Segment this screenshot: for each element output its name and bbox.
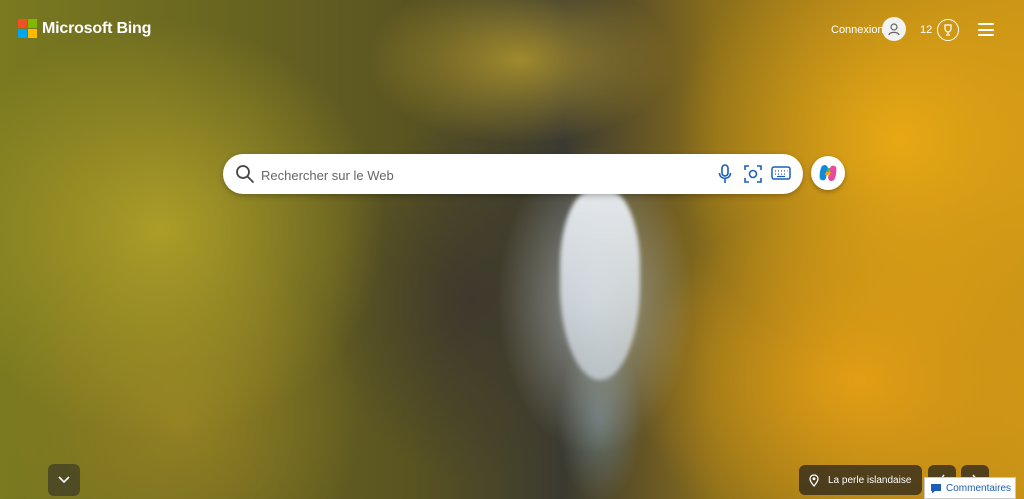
user-icon — [888, 23, 900, 36]
top-bar: Microsoft Bing Connexion 12 — [0, 0, 1024, 60]
feedback-label: Commentaires — [946, 482, 1012, 494]
search-box — [223, 154, 803, 194]
trophy-icon — [944, 24, 952, 36]
rewards-button[interactable] — [937, 19, 959, 41]
scroll-down-button[interactable] — [48, 464, 80, 496]
location-label: La perle islandaise — [828, 474, 912, 486]
microphone-icon[interactable] — [718, 164, 732, 184]
search-icon[interactable] — [235, 164, 255, 184]
camera-lens-icon[interactable] — [743, 164, 763, 184]
copilot-icon — [819, 164, 837, 182]
brand-name: Microsoft Bing — [42, 19, 152, 37]
rewards-points[interactable]: 12 — [920, 24, 932, 36]
hamburger-menu-button[interactable] — [978, 23, 994, 36]
background-image — [0, 0, 1024, 499]
bing-logo[interactable]: Microsoft Bing — [18, 19, 151, 38]
image-location-button[interactable]: La perle islandaise — [799, 465, 922, 495]
waterfall-highlight — [560, 190, 640, 380]
microsoft-logo-icon — [18, 19, 37, 38]
search-input[interactable] — [259, 162, 683, 188]
chevron-down-icon — [58, 476, 70, 484]
signin-link[interactable]: Connexion — [831, 24, 884, 36]
copilot-button[interactable] — [811, 156, 845, 190]
chat-bubble-icon — [931, 483, 941, 493]
keyboard-icon[interactable] — [771, 165, 791, 181]
avatar[interactable] — [882, 17, 906, 41]
feedback-button[interactable]: Commentaires — [924, 477, 1016, 499]
location-pin-icon — [809, 473, 819, 487]
